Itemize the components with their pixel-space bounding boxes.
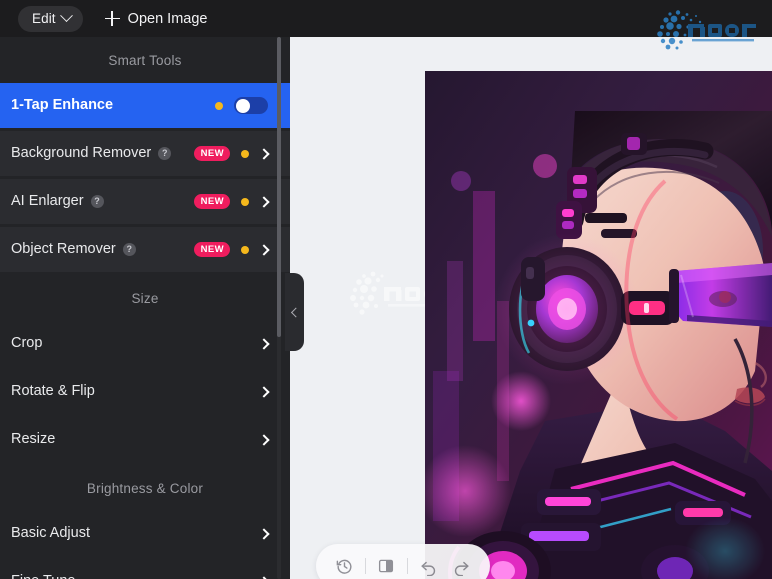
new-badge: NEW bbox=[194, 194, 230, 209]
sidebar-item-rotate-and-flip[interactable]: Rotate & Flip bbox=[0, 369, 290, 414]
sidebar-item-crop[interactable]: Crop bbox=[0, 321, 290, 366]
new-badge: NEW bbox=[194, 242, 230, 257]
photo-content bbox=[425, 71, 772, 579]
redo-icon[interactable] bbox=[449, 553, 475, 579]
edited-photo[interactable] bbox=[425, 71, 772, 579]
help-icon[interactable]: ? bbox=[90, 195, 104, 208]
help-icon[interactable]: ? bbox=[158, 147, 172, 160]
pro-dot-icon bbox=[215, 101, 223, 110]
sidebar-item-label: Background Remover bbox=[11, 144, 152, 161]
pro-dot-icon bbox=[241, 245, 249, 254]
history-icon[interactable] bbox=[331, 553, 357, 579]
sidebar-collapse-button[interactable] bbox=[285, 273, 304, 351]
sidebar-item-label: Fine Tune bbox=[11, 571, 76, 579]
pro-dot-icon bbox=[241, 197, 249, 206]
help-icon[interactable]: ? bbox=[122, 243, 136, 256]
image-editor-app: Edit Open Image Smart Tools 1-Tap Enhanc… bbox=[0, 0, 772, 579]
sidebar-scrollbar-thumb[interactable] bbox=[277, 37, 281, 337]
sidebar-item-label: Resize bbox=[11, 430, 56, 447]
plus-icon bbox=[104, 11, 120, 26]
section-header-smart-tools: Smart Tools bbox=[108, 52, 182, 68]
section-header-brightness-and-color: Brightness & Color bbox=[86, 480, 204, 496]
top-bar: Edit Open Image bbox=[0, 0, 772, 37]
open-image-label: Open Image bbox=[127, 10, 208, 27]
new-badge: NEW bbox=[194, 146, 230, 161]
sidebar-item-1-tap-enhance[interactable]: 1-Tap Enhance bbox=[0, 83, 290, 128]
sidebar-item-label: Basic Adjust bbox=[11, 524, 90, 541]
open-image-button[interactable]: Open Image bbox=[104, 10, 208, 27]
sidebar-item-label: Object Remover bbox=[11, 240, 116, 257]
canvas-area[interactable] bbox=[290, 37, 772, 579]
chevron-right-icon bbox=[258, 527, 270, 540]
sidebar-item-fine-tune[interactable]: Fine Tune bbox=[0, 559, 290, 579]
undo-icon[interactable] bbox=[415, 553, 441, 579]
chevron-left-icon bbox=[290, 307, 301, 317]
chevron-right-icon bbox=[258, 433, 270, 446]
chevron-right-icon bbox=[258, 243, 270, 256]
section-header-size: Size bbox=[131, 290, 159, 306]
toolbar-divider bbox=[364, 558, 366, 574]
tools-sidebar[interactable]: Smart Tools 1-Tap Enhance Background Rem… bbox=[0, 37, 290, 579]
canvas-bottom-toolbar bbox=[316, 544, 490, 579]
toolbar-divider bbox=[406, 558, 408, 574]
sidebar-item-label: Crop bbox=[11, 334, 43, 351]
sidebar-item-label: 1-Tap Enhance bbox=[11, 96, 114, 113]
sidebar-item-resize[interactable]: Resize bbox=[0, 417, 290, 462]
chevron-right-icon bbox=[258, 195, 270, 208]
edit-menu-button[interactable]: Edit bbox=[18, 5, 83, 32]
pro-dot-icon bbox=[241, 149, 249, 158]
sidebar-item-background-remover[interactable]: Background Remover ? NEW bbox=[0, 131, 290, 176]
toggle-knob bbox=[235, 98, 250, 113]
edit-menu-label: Edit bbox=[32, 11, 56, 26]
chevron-right-icon bbox=[258, 385, 270, 398]
sidebar-item-object-remover[interactable]: Object Remover ? NEW bbox=[0, 227, 290, 272]
chevron-right-icon bbox=[258, 337, 270, 350]
sidebar-item-ai-enlarger[interactable]: AI Enlarger ? NEW bbox=[0, 179, 290, 224]
sidebar-item-basic-adjust[interactable]: Basic Adjust bbox=[0, 511, 290, 556]
sidebar-item-label: Rotate & Flip bbox=[11, 382, 95, 399]
chevron-right-icon bbox=[258, 147, 270, 160]
compare-icon[interactable] bbox=[373, 553, 399, 579]
sidebar-item-label: AI Enlarger bbox=[11, 192, 84, 209]
enhance-toggle[interactable] bbox=[234, 97, 268, 114]
chevron-down-icon bbox=[59, 9, 73, 23]
